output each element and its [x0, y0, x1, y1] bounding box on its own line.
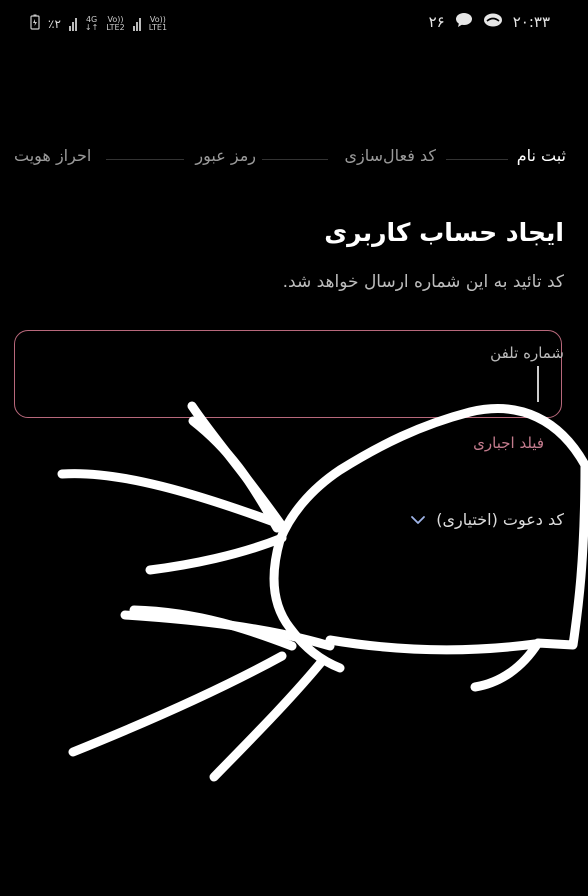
invite-code-toggle[interactable]: کد دعوت (اختیاری) — [410, 510, 564, 529]
drawn-arrow-line — [68, 651, 287, 757]
step-activation-code[interactable]: کد فعال‌سازی — [345, 146, 437, 165]
chat-icon — [455, 12, 473, 32]
status-bar: ٪۲ 4G ↓↑ Vo)) LTE2 Vo)) LTE1 ۲۶ ۲۰:۳۳ — [0, 0, 588, 48]
text-caret — [537, 366, 539, 402]
volte-1-badge: Vo)) LTE1 — [148, 14, 168, 32]
drawn-arrow-line — [325, 635, 540, 655]
phone-input-label: شماره تلفن — [490, 344, 564, 362]
phone-required-helper: فیلد اجباری — [473, 434, 544, 452]
clock: ۲۰:۳۳ — [512, 13, 550, 31]
phone-input[interactable] — [14, 330, 562, 418]
drawn-arrow-line — [145, 533, 287, 575]
step-connector — [446, 159, 508, 160]
chevron-down-icon — [410, 514, 426, 526]
step-connector — [262, 159, 328, 160]
drawn-arrow-line — [57, 469, 279, 527]
registration-stepper: ثبت نام کد فعال‌سازی رمز عبور احراز هویت — [14, 146, 566, 172]
drawn-arrow-line — [120, 610, 335, 651]
signal-icon — [68, 17, 77, 31]
step-connector — [106, 159, 184, 160]
battery-icon — [30, 14, 40, 33]
step-identity-verification[interactable]: احراز هویت — [14, 146, 91, 165]
drawn-arrow-line — [129, 605, 297, 651]
drawn-arrow-line — [188, 416, 282, 533]
volte-2-badge: Vo)) LTE2 — [106, 14, 125, 32]
page-subtitle: کد تائید به این شماره ارسال خواهد شد. — [282, 272, 564, 292]
signal-icon-2 — [132, 17, 141, 31]
status-right: ۲۶ ۲۰:۳۳ — [429, 12, 550, 32]
drawn-arrow-line — [187, 401, 287, 531]
app-icon — [483, 12, 503, 32]
step-password[interactable]: رمز عبور — [195, 146, 256, 165]
network-4g-badge: 4G ↓↑ — [84, 14, 99, 32]
page-title: ایجاد حساب کاربری — [324, 218, 564, 247]
step-signup[interactable]: ثبت نام — [517, 146, 566, 165]
status-left: ٪۲ 4G ↓↑ Vo)) LTE2 Vo)) LTE1 — [30, 14, 167, 33]
battery-percent: ٪۲ — [48, 16, 61, 31]
drawn-arrow-line — [209, 655, 328, 782]
invite-code-label: کد دعوت (اختیاری) — [436, 510, 564, 529]
notification-count: ۲۶ — [428, 13, 445, 31]
